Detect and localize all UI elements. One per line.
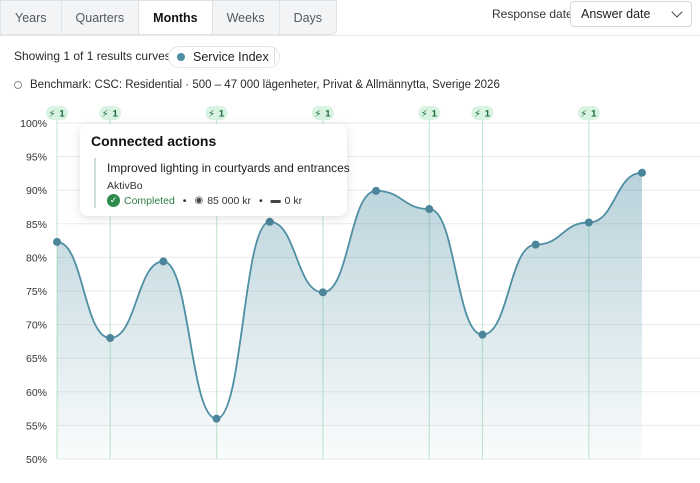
action-count: 1 [113,109,119,120]
connected-actions-tooltip: Connected actions Improved lighting in c… [80,124,350,216]
action-marker-badge[interactable]: ⚡ 1 [577,106,600,120]
data-point[interactable] [478,330,487,339]
tooltip-accent-bar [94,158,96,208]
data-point[interactable] [425,205,434,214]
results-count: Showing 1 of 1 results curves [14,49,171,63]
action-meta: ✓ Completed • ◉ 85 000 kr • ▬ 0 kr [107,194,302,207]
lightning-icon: ⚡ [580,109,587,120]
lightning-icon: ⚡ [421,109,428,120]
action-count: 1 [219,109,225,120]
action-status: Completed [124,194,175,207]
series-label: Service Index [193,50,269,64]
data-point[interactable] [159,257,168,266]
y-tick-label: 85% [26,219,47,231]
action-title[interactable]: Improved lighting in courtyards and entr… [107,161,350,175]
period-tabs: Years Quarters Months Weeks Days [0,0,338,35]
tab-quarters[interactable]: Quarters [62,1,140,34]
y-tick-label: 60% [26,387,47,399]
benchmark-toggle[interactable]: Benchmark: CSC: Residential · 500 – 47 0… [14,79,500,91]
divider [274,48,275,64]
data-point[interactable] [212,414,221,423]
data-point[interactable] [106,334,115,343]
tab-weeks[interactable]: Weeks [213,1,280,34]
y-tick-label: 80% [26,252,47,264]
action-marker-badge[interactable]: ⚡ 1 [99,106,122,120]
tab-years[interactable]: Years [1,1,62,34]
action-organization: AktivBo [107,180,143,192]
action-marker-badge[interactable]: ⚡ 1 [311,106,334,120]
series-color-dot [177,53,185,61]
series-toggle-service-index[interactable]: Service Index [168,46,280,68]
action-count: 1 [591,109,597,120]
tooltip-title: Connected actions [91,133,217,149]
y-tick-label: 65% [26,353,47,365]
radio-icon [14,81,22,89]
data-point[interactable] [531,240,540,249]
y-tick-label: 95% [26,152,47,164]
action-marker-badge[interactable]: ⚡ 1 [471,106,494,120]
response-date-label: Response date [492,7,573,21]
y-tick-label: 55% [26,420,47,432]
y-tick-label: 70% [26,320,47,332]
lightning-icon: ⚡ [48,109,55,120]
action-count: 1 [485,109,491,120]
coins-icon: ◉ [194,195,204,206]
chevron-down-icon [671,6,683,18]
data-point[interactable] [265,217,274,226]
action-count: 1 [325,109,331,120]
action-marker-badge[interactable]: ⚡ 1 [205,106,228,120]
lightning-icon: ⚡ [102,109,109,120]
data-point[interactable] [53,237,61,246]
action-count: 1 [432,109,438,120]
lightning-icon: ⚡ [474,109,481,120]
data-point[interactable] [372,186,381,195]
y-tick-label: 90% [26,185,47,197]
action-marker-badge[interactable]: ⚡ 1 [418,106,441,120]
y-tick-label: 50% [26,454,47,466]
y-tick-label: 100% [20,118,47,130]
benchmark-label: Benchmark: CSC: Residential · 500 – 47 0… [30,79,500,91]
check-circle-icon: ✓ [107,194,120,207]
tab-months[interactable]: Months [139,1,213,34]
lightning-icon: ⚡ [314,109,321,120]
wallet-icon: ▬ [270,195,281,206]
data-point[interactable] [638,168,646,177]
divider [0,35,700,36]
response-date-select[interactable]: Answer date [570,1,692,27]
tab-days[interactable]: Days [280,1,336,34]
action-cost: 85 000 kr [207,194,251,207]
response-date-value: Answer date [581,7,651,21]
data-point[interactable] [584,218,593,227]
action-count: 1 [59,109,65,120]
action-marker-badge[interactable]: ⚡ 1 [46,106,68,120]
separator-dot: • [258,194,263,207]
y-tick-label: 75% [26,286,47,298]
lightning-icon: ⚡ [208,109,215,120]
separator-dot: • [182,194,187,207]
action-budget: 0 kr [284,194,303,207]
data-point[interactable] [318,288,327,297]
